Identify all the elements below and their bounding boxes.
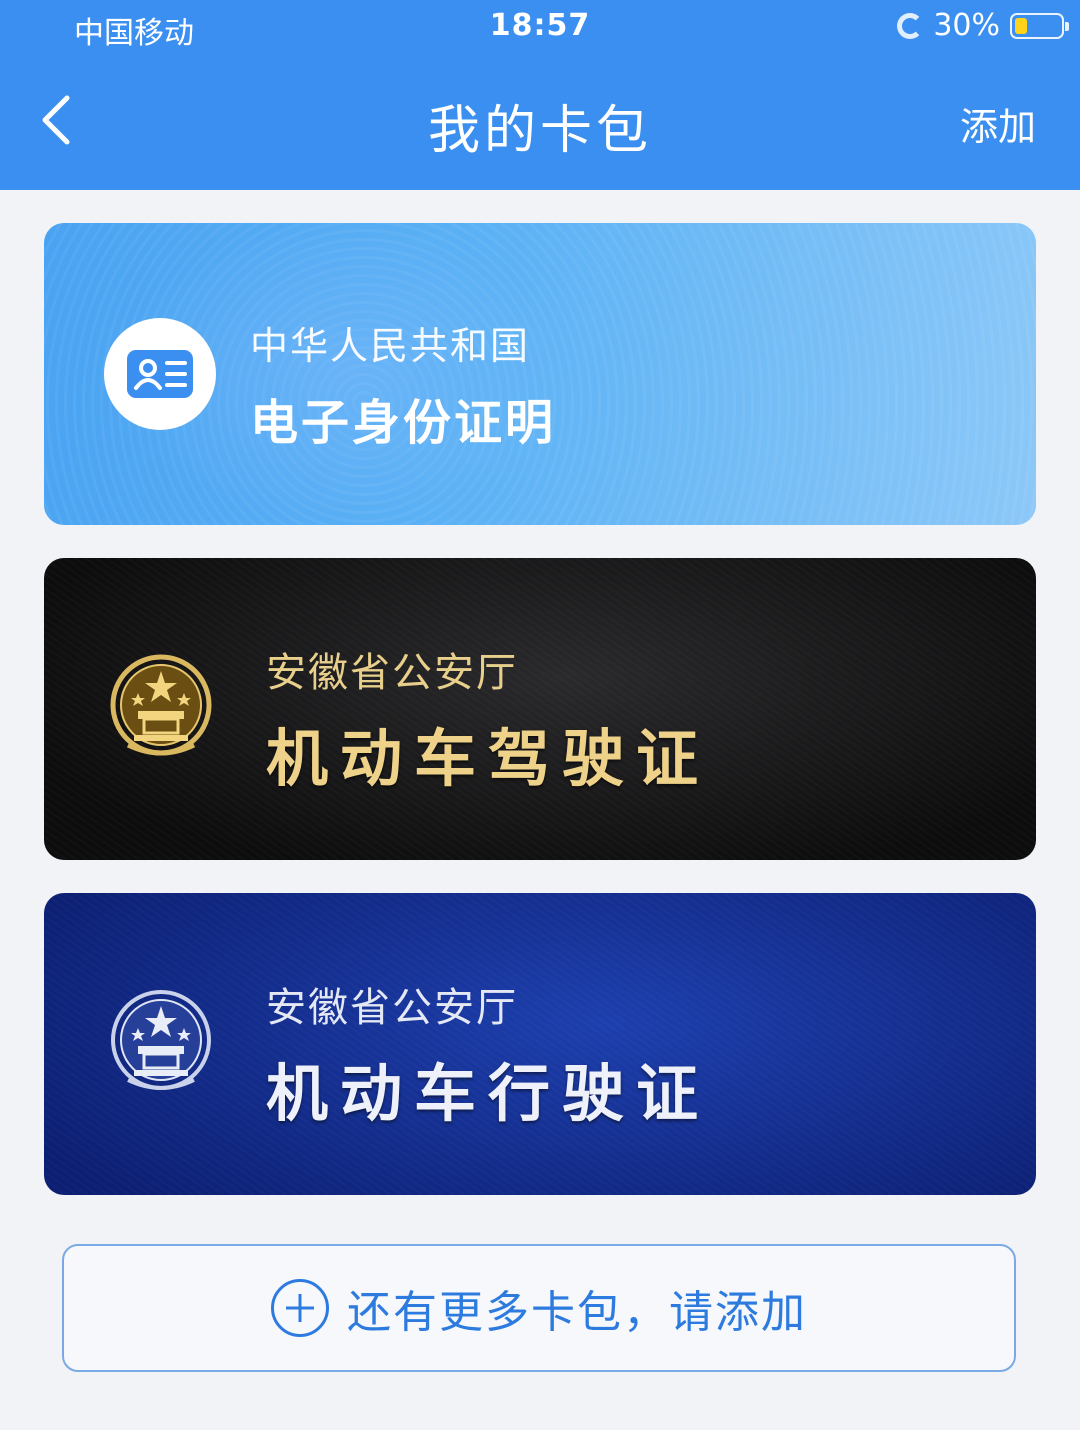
add-button[interactable]: 添加 [960, 96, 1036, 151]
national-emblem-icon [111, 990, 211, 1090]
card-issuer: 安徽省公安厅 [266, 985, 518, 1031]
card-title: 机动车驾驶证 [266, 722, 711, 795]
national-emblem-icon [110, 654, 212, 756]
card-vehicle-license[interactable]: 安徽省公安厅 机动车行驶证 [44, 893, 1036, 1195]
back-button[interactable] [28, 88, 84, 152]
card-title: 电子身份证明 [250, 395, 557, 451]
add-more-cards-button[interactable]: 还有更多卡包，请添加 [62, 1244, 1016, 1372]
battery-percent: 30% [933, 8, 1000, 43]
page-title: 我的卡包 [427, 101, 652, 161]
plus-circle-icon [271, 1279, 329, 1337]
id-card-icon [127, 350, 193, 398]
card-electronic-id[interactable]: 中华人民共和国 电子身份证明 [44, 223, 1036, 525]
card-driving-license[interactable]: 安徽省公安厅 机动车驾驶证 [44, 558, 1036, 860]
status-bar: 中国移动 18:57 30% [0, 0, 1080, 56]
add-more-label: 还有更多卡包，请添加 [347, 1287, 807, 1338]
card-issuer: 中华人民共和国 [250, 324, 531, 368]
card-title: 机动车行驶证 [266, 1057, 711, 1130]
header: 中国移动 18:57 30% 我的卡包 添加 [0, 0, 1080, 190]
id-card-badge [104, 318, 216, 430]
card-issuer: 安徽省公安厅 [266, 650, 518, 696]
signal-icon [897, 12, 924, 39]
battery-icon [1010, 12, 1069, 39]
chevron-left-icon [42, 95, 70, 145]
status-indicators: 30% [897, 8, 1069, 43]
nav-bar: 我的卡包 添加 [0, 70, 1080, 170]
